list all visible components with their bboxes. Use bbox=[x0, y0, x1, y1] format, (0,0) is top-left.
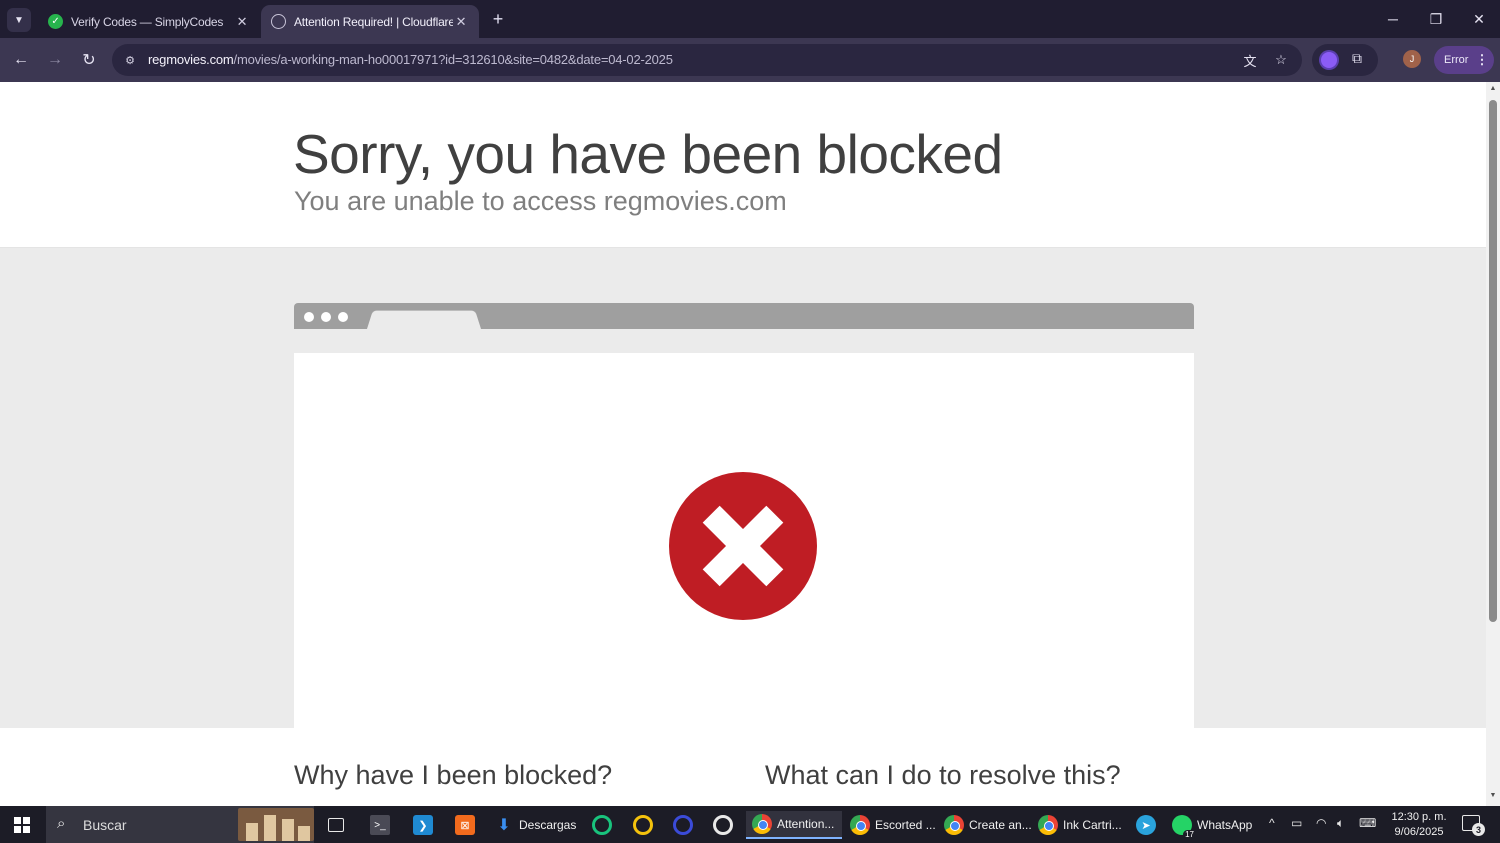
url-path: /movies/a-working-man-ho00017971?id=3126… bbox=[233, 52, 673, 67]
windows-start-icon[interactable] bbox=[14, 817, 30, 833]
chrome-icon bbox=[944, 815, 964, 835]
error-label: Error bbox=[1444, 54, 1469, 66]
new-tab-plus-icon[interactable]: + bbox=[487, 8, 509, 30]
chrome-icon bbox=[1038, 815, 1058, 835]
window-close-icon[interactable]: ✕ bbox=[1465, 6, 1493, 32]
notification-count: 3 bbox=[1472, 823, 1485, 836]
page-scrollbar[interactable]: ▲ ▼ bbox=[1486, 82, 1500, 806]
taskbar-chrome-create[interactable]: Create an... bbox=[942, 811, 1034, 839]
extensions-group: ⧉ bbox=[1312, 44, 1378, 76]
opera-white-icon[interactable] bbox=[713, 811, 738, 839]
extensions-puzzle-icon[interactable]: ⧉ bbox=[1352, 50, 1362, 67]
url-host: regmovies.com bbox=[148, 52, 234, 67]
error-menu-button[interactable]: Error ⋮ bbox=[1434, 46, 1494, 74]
page-subtitle: You are unable to access regmovies.com bbox=[294, 186, 787, 216]
illustration-browser-bar bbox=[294, 303, 1194, 330]
windows-taskbar: ⌕ Buscar >_ ❯ ⊠ ⬇ Descargas Attention...… bbox=[0, 806, 1500, 843]
taskbar-search[interactable]: ⌕ Buscar bbox=[46, 806, 314, 843]
reload-icon[interactable]: ↻ bbox=[77, 48, 101, 72]
chrome-icon bbox=[752, 814, 772, 834]
tab-cloudflare[interactable]: Attention Required! | Cloudflare ✕ bbox=[261, 5, 479, 38]
tab-simplycodes[interactable]: ✓ Verify Codes — SimplyCodes ✕ bbox=[38, 5, 260, 38]
scroll-up-icon[interactable]: ▲ bbox=[1489, 85, 1497, 92]
simplycodes-check-icon: ✓ bbox=[48, 14, 63, 29]
explanation-section: Why have I been blocked? What can I do t… bbox=[0, 728, 1486, 806]
back-arrow-icon[interactable]: ← bbox=[9, 48, 33, 72]
illustration-dot bbox=[338, 312, 348, 322]
more-vertical-icon: ⋮ bbox=[1475, 52, 1489, 67]
browser-toolbar: ← → ↻ ⚙ regmovies.com/movies/a-working-m… bbox=[0, 38, 1500, 82]
taskbar-item-label: Descargas bbox=[519, 818, 577, 832]
download-arrow-icon: ⬇ bbox=[497, 817, 511, 834]
illustration-tab bbox=[366, 310, 482, 330]
clock-date: 9/06/2025 bbox=[1394, 826, 1444, 838]
clock-time: 12:30 p. m. bbox=[1391, 811, 1447, 823]
search-highlight-image bbox=[238, 808, 314, 841]
taskbar-chrome-ink[interactable]: Ink Cartri... bbox=[1038, 811, 1128, 839]
tray-chevron-up-icon[interactable]: ^ bbox=[1269, 816, 1275, 830]
tab-title: Verify Codes — SimplyCodes bbox=[71, 14, 224, 29]
taskbar-chrome-attention[interactable]: Attention... bbox=[746, 811, 842, 839]
tab-close-icon[interactable]: ✕ bbox=[234, 14, 250, 30]
terminal-icon[interactable]: >_ bbox=[370, 811, 395, 839]
opera-yellow-icon[interactable] bbox=[633, 811, 658, 839]
translate-icon[interactable]: 文 bbox=[1240, 50, 1260, 70]
illustration-browser-window bbox=[294, 353, 1194, 728]
scroll-down-icon[interactable]: ▼ bbox=[1489, 792, 1497, 799]
page-content: Sorry, you have been blocked You are una… bbox=[0, 82, 1486, 806]
telegram-icon[interactable]: ➤ bbox=[1136, 811, 1161, 839]
page-title: Sorry, you have been blocked bbox=[293, 123, 1003, 185]
taskbar-item-label: Attention... bbox=[777, 817, 835, 831]
taskbar-search-placeholder: Buscar bbox=[83, 817, 127, 833]
task-view-icon[interactable] bbox=[328, 811, 349, 839]
resolve-heading: What can I do to resolve this? bbox=[765, 760, 1121, 790]
whatsapp-icon: 17 bbox=[1172, 815, 1196, 839]
bookmark-star-icon[interactable]: ☆ bbox=[1271, 50, 1291, 70]
taskbar-clock[interactable]: 12:30 p. m. 9/06/2025 bbox=[1390, 810, 1448, 840]
taskbar-item-label: WhatsApp bbox=[1197, 818, 1253, 832]
extension-purple-icon[interactable] bbox=[1321, 52, 1337, 68]
taskbar-whatsapp[interactable]: 17 WhatsApp bbox=[1172, 811, 1252, 839]
site-info-tune-icon[interactable]: ⚙ bbox=[122, 52, 138, 68]
minimize-icon[interactable]: ─ bbox=[1379, 6, 1407, 32]
address-bar[interactable]: ⚙ regmovies.com/movies/a-working-man-ho0… bbox=[112, 44, 1302, 76]
volume-icon[interactable]: 🔈︎ bbox=[1337, 816, 1344, 831]
wifi-icon[interactable]: ◠ bbox=[1316, 816, 1326, 830]
notification-icon[interactable]: 3 bbox=[1462, 815, 1485, 836]
tab-close-icon[interactable]: ✕ bbox=[453, 14, 469, 30]
url-text[interactable]: regmovies.com/movies/a-working-man-ho000… bbox=[148, 52, 673, 67]
why-blocked-heading: Why have I been blocked? bbox=[294, 760, 613, 790]
block-header: Sorry, you have been blocked You are una… bbox=[0, 82, 1486, 248]
tab-search-chevron-down-icon[interactable]: ▼ bbox=[7, 8, 31, 32]
keyboard-icon[interactable]: ⌨ bbox=[1359, 816, 1376, 830]
globe-icon bbox=[271, 14, 286, 29]
vscode-icon[interactable]: ❯ bbox=[413, 811, 438, 839]
taskbar-item-label: Ink Cartri... bbox=[1063, 818, 1122, 832]
illustration-dot bbox=[304, 312, 314, 322]
taskbar-downloads[interactable]: ⬇ Descargas bbox=[494, 811, 576, 839]
battery-icon[interactable]: ▭ bbox=[1291, 816, 1302, 830]
opera-blue-icon[interactable] bbox=[673, 811, 698, 839]
blocked-x-icon bbox=[669, 472, 817, 620]
taskbar-chrome-escorted[interactable]: Escorted ... bbox=[846, 811, 938, 839]
tab-title: Attention Required! | Cloudflare bbox=[294, 14, 453, 29]
tab-strip: ▼ ✓ Verify Codes — SimplyCodes ✕ Attenti… bbox=[0, 0, 1500, 38]
taskbar-item-label: Create an... bbox=[969, 818, 1032, 832]
forward-arrow-icon[interactable]: → bbox=[43, 48, 67, 72]
restore-icon[interactable]: ❐ bbox=[1422, 6, 1450, 32]
whatsapp-badge: 17 bbox=[1183, 830, 1196, 839]
illustration-dot bbox=[321, 312, 331, 322]
search-icon: ⌕ bbox=[57, 815, 66, 832]
xampp-icon[interactable]: ⊠ bbox=[455, 811, 480, 839]
chrome-icon bbox=[850, 815, 870, 835]
taskbar-item-label: Escorted ... bbox=[875, 818, 936, 832]
opera-gx-green-icon[interactable] bbox=[592, 811, 617, 839]
scroll-thumb[interactable] bbox=[1489, 100, 1497, 622]
profile-avatar[interactable]: J bbox=[1403, 50, 1421, 68]
